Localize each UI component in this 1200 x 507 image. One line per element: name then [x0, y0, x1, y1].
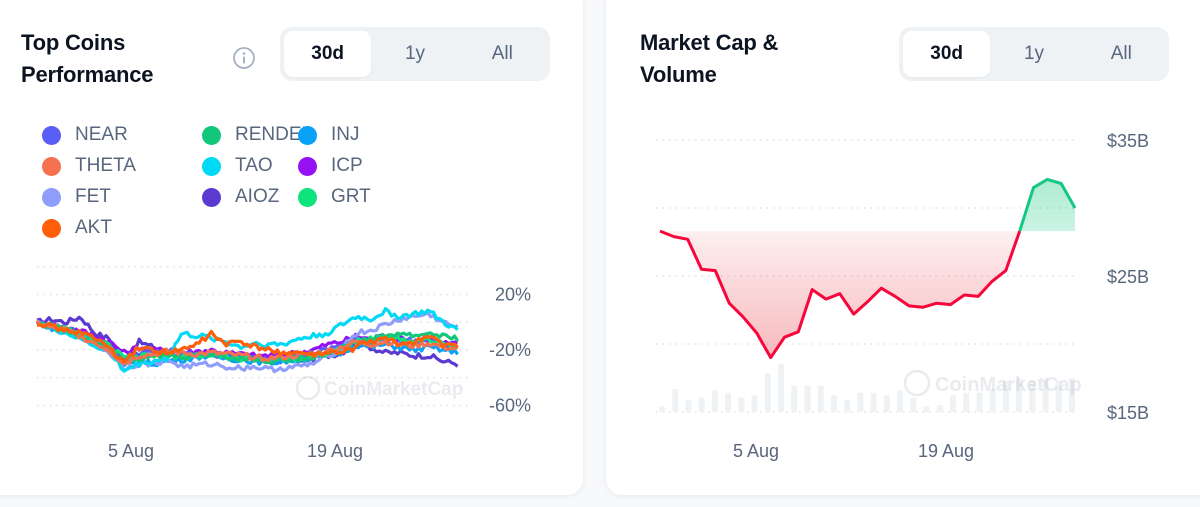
legend-dot-icon — [202, 187, 221, 207]
legend-item-akt[interactable]: AKT — [42, 213, 112, 243]
x-tick-label: 19 Aug — [307, 441, 363, 461]
svg-text:CoinMarketCap: CoinMarketCap — [324, 379, 463, 400]
volume-bar[interactable] — [857, 392, 864, 412]
x-tick-label: 5 Aug — [733, 441, 779, 461]
top-coins-performance-chart: 20% -20% -60% 5 Aug 19 Aug CoinMarketCap — [35, 266, 531, 461]
legend-dot-icon — [42, 125, 61, 145]
title-line-1: Top Coins — [21, 30, 126, 55]
legend-item-icp[interactable]: ICP — [298, 151, 363, 181]
range-tab-30d[interactable]: 30d — [284, 31, 372, 77]
y-tick-label: $15B — [1107, 403, 1149, 423]
legend-label: NEAR — [75, 124, 128, 145]
y-tick-label: $35B — [1107, 131, 1149, 151]
coinmarketcap-watermark: CoinMarketCap — [903, 369, 1082, 397]
volume-bar[interactable] — [897, 390, 904, 412]
legend-dot-icon — [42, 187, 61, 207]
legend-item-grt[interactable]: GRT — [298, 182, 371, 212]
volume-bar[interactable] — [685, 400, 692, 412]
right-range-selector: 30d 1y All — [899, 27, 1169, 81]
top-coins-title: Top Coins Performance — [21, 27, 154, 91]
legend-label: FET — [75, 186, 111, 207]
legend-dot-icon — [42, 218, 61, 238]
legend-item-inj[interactable]: INJ — [298, 120, 360, 150]
legend-label: TAO — [235, 155, 273, 176]
x-tick-label: 19 Aug — [918, 441, 974, 461]
legend-dot-icon — [202, 125, 221, 145]
left-range-selector: 30d 1y All — [280, 27, 550, 81]
coinmarketcap-watermark: CoinMarketCap — [295, 375, 463, 401]
volume-bar[interactable] — [910, 397, 917, 412]
legend-label: AKT — [75, 217, 112, 238]
volume-bar[interactable] — [817, 385, 824, 412]
range-tab-all[interactable]: All — [1078, 31, 1165, 77]
volume-bar[interactable] — [738, 397, 745, 412]
legend-dot-icon — [298, 187, 317, 207]
volume-bar[interactable] — [949, 395, 956, 412]
y-tick-label: -60% — [489, 396, 531, 416]
legend-dot-icon — [298, 125, 317, 145]
legend-label: GRT — [331, 186, 371, 207]
volume-bar[interactable] — [844, 400, 851, 412]
volume-bar[interactable] — [778, 364, 785, 412]
range-tab-all[interactable]: All — [459, 31, 546, 77]
legend-label: THETA — [75, 155, 136, 176]
range-tab-1y[interactable]: 1y — [371, 31, 458, 77]
legend-item-near[interactable]: NEAR — [42, 120, 128, 150]
volume-bar[interactable] — [804, 385, 811, 412]
volume-bar[interactable] — [830, 395, 837, 412]
legend-dot-icon — [42, 156, 61, 176]
volume-bar[interactable] — [672, 388, 679, 412]
legend-dot-icon — [298, 156, 317, 176]
range-tab-30d[interactable]: 30d — [903, 31, 991, 77]
title-line-2: Performance — [21, 62, 154, 87]
x-tick-label: 5 Aug — [108, 441, 154, 461]
y-tick-label: 20% — [495, 285, 531, 305]
title-line-1: Market Cap & — [640, 30, 779, 55]
market-cap-volume-chart: CoinMarketCap $35B $25B $15B 5 Aug 19 Aug — [656, 131, 1149, 461]
range-tab-1y[interactable]: 1y — [990, 31, 1077, 77]
volume-bar[interactable] — [725, 392, 732, 412]
legend-item-theta[interactable]: THETA — [42, 151, 136, 181]
y-tick-label: $25B — [1107, 267, 1149, 287]
legend-dot-icon — [202, 156, 221, 176]
market-cap-title: Market Cap & Volume — [640, 27, 778, 91]
y-tick-label: -20% — [489, 340, 531, 360]
title-line-2: Volume — [640, 62, 717, 87]
volume-bar[interactable] — [764, 373, 771, 412]
volume-bar[interactable] — [870, 392, 877, 412]
volume-bar[interactable] — [936, 404, 943, 412]
volume-bar[interactable] — [791, 385, 798, 412]
volume-bar[interactable] — [751, 395, 758, 412]
volume-bar[interactable] — [883, 395, 890, 412]
legend-item-aioz[interactable]: AIOZ — [202, 182, 279, 212]
volume-bar[interactable] — [711, 390, 718, 412]
legend-label: AIOZ — [235, 186, 280, 207]
legend-label: ICP — [331, 155, 363, 176]
volume-bar[interactable] — [698, 397, 705, 412]
legend-label: INJ — [331, 124, 360, 145]
volume-bar[interactable] — [923, 406, 930, 412]
svg-text:CoinMarketCap: CoinMarketCap — [935, 374, 1082, 396]
legend-item-tao[interactable]: TAO — [202, 151, 273, 181]
info-circle-icon[interactable] — [232, 46, 256, 70]
volume-bar[interactable] — [659, 406, 665, 412]
legend-item-fet[interactable]: FET — [42, 182, 111, 212]
